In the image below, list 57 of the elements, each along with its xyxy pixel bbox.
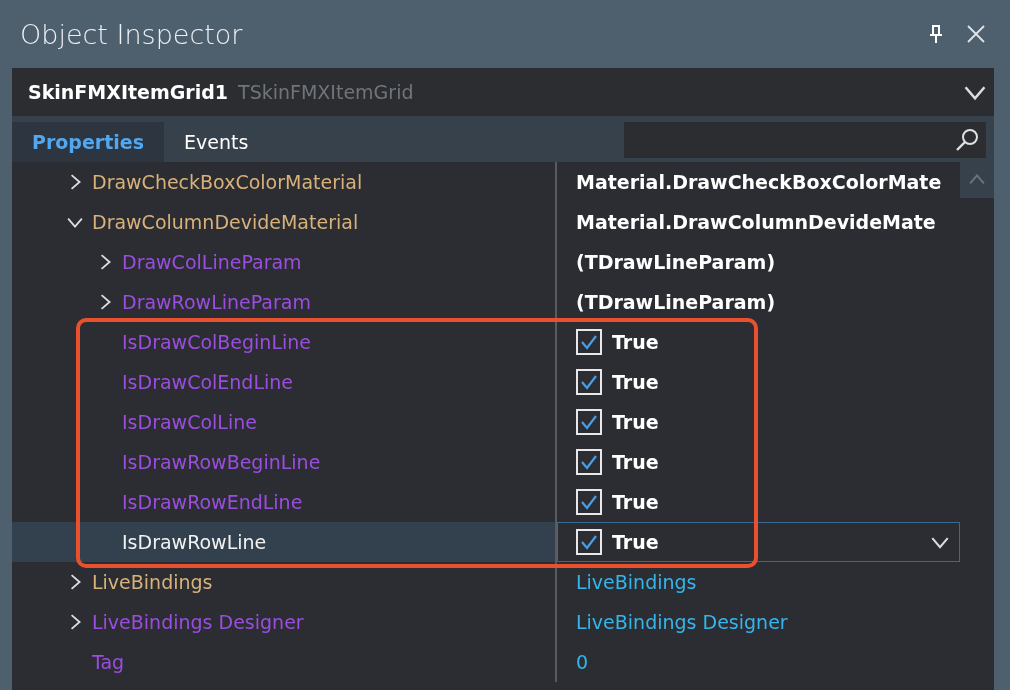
property-value: 0 [576,651,589,673]
checkbox[interactable] [576,369,602,395]
property-name-cell[interactable]: DrawColumnDevideMaterial [12,202,557,242]
checkbox[interactable] [576,489,602,515]
property-name: Tag [92,651,125,673]
property-value: True [612,451,659,473]
property-name-cell[interactable]: IsDrawRowLine [12,522,557,562]
property-value-cell[interactable]: (TDrawLineParam) [557,282,960,322]
property-name: IsDrawColBeginLine [122,331,311,353]
close-icon [966,24,986,44]
property-value-cell[interactable]: True [557,402,960,442]
property-name: DrawColumnDevideMaterial [92,211,359,233]
property-value: True [612,411,659,433]
property-value-cell[interactable]: Material.DrawColumnDevideMate [557,202,960,242]
property-value: LiveBindings Designer [576,611,788,633]
property-value: LiveBindings [576,571,697,593]
object-name: SkinFMXItemGrid1 [28,81,229,103]
tab[interactable]: Properties [12,122,164,162]
property-value: Material.DrawCheckBoxColorMate [576,171,942,193]
property-value: (TDrawLineParam) [576,291,776,313]
value-editor[interactable]: True [557,522,960,562]
window-title: Object Inspector [20,18,244,50]
property-name: DrawRowLineParam [122,291,311,313]
property-name: DrawColLineParam [122,251,302,273]
checkbox[interactable] [576,449,602,475]
checkbox[interactable] [576,529,602,555]
property-value: True [612,531,659,553]
property-name: DrawCheckBoxColorMaterial [92,171,363,193]
pin-icon [928,24,944,44]
property-name: IsDrawRowLine [122,531,267,553]
property-name-cell[interactable]: LiveBindings [12,562,557,602]
property-value: (TDrawLineParam) [576,251,776,273]
search-field[interactable] [624,122,986,158]
property-name: LiveBindings Designer [92,611,304,633]
property-value-cell[interactable]: True [557,322,960,362]
property-value-cell[interactable]: 0 [557,642,960,682]
property-value-cell[interactable]: True [557,442,960,482]
property-value: Material.DrawColumnDevideMate [576,211,936,233]
property-name: IsDrawRowEndLine [122,491,303,513]
property-value-cell[interactable]: LiveBindings Designer [557,602,960,642]
object-type: TSkinFMXItemGrid [238,81,415,103]
property-value-cell[interactable]: True [557,482,960,522]
property-name: IsDrawColEndLine [122,371,293,393]
property-value-cell[interactable]: Material.DrawCheckBoxColorMate [557,162,960,202]
property-value-cell[interactable]: LiveBindings [557,562,960,602]
property-value: True [612,331,659,353]
property-name: IsDrawRowBeginLine [122,451,321,473]
property-value: True [612,491,659,513]
property-name: IsDrawColLine [122,411,257,433]
search-icon [954,127,980,153]
property-name-cell[interactable]: DrawCheckBoxColorMaterial [12,162,557,202]
property-value-cell[interactable]: (TDrawLineParam) [557,242,960,282]
property-value-cell[interactable]: True [557,362,960,402]
checkbox[interactable] [576,409,602,435]
property-name: LiveBindings [92,571,213,593]
property-value: True [612,371,659,393]
checkbox[interactable] [576,329,602,355]
